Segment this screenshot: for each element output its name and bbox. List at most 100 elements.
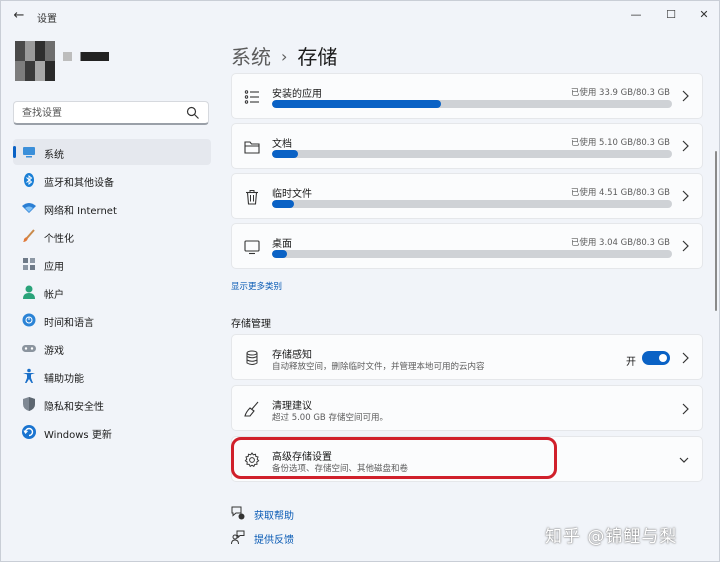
toggle-state-label: 开	[626, 357, 636, 368]
storage-item-title: 安装的应用	[272, 89, 322, 100]
minimize-button[interactable]: —	[621, 5, 651, 25]
chevron-down-icon	[679, 457, 689, 463]
storage-item-title: 文档	[272, 139, 292, 150]
accessibility-icon	[23, 368, 35, 383]
usage-bar	[272, 250, 672, 258]
sidebar-item-windows-update[interactable]: Windows 更新	[13, 419, 211, 445]
list-icon	[244, 90, 259, 104]
sidebar-item-accounts[interactable]: 帐户	[13, 279, 211, 305]
chevron-right-icon	[682, 90, 689, 102]
get-help-label: 获取帮助	[254, 511, 294, 522]
sidebar-item-accessibility[interactable]: 辅助功能	[13, 363, 211, 389]
storage-item-title: 桌面	[272, 239, 292, 250]
update-icon	[22, 425, 36, 439]
sidebar-item-time-language[interactable]: 时间和语言	[13, 307, 211, 333]
section-title-storage-management: 存储管理	[231, 319, 271, 330]
sidebar-item-label: 应用	[44, 262, 64, 273]
sidebar-item-label: 系统	[44, 150, 64, 161]
cleanup-recommendations-card[interactable]: 清理建议 超过 5.00 GB 存储空间可用。	[231, 385, 703, 431]
usage-bar-fill	[272, 250, 288, 258]
search-input[interactable]	[22, 105, 182, 121]
sidebar-item-label: 游戏	[44, 346, 64, 357]
breadcrumb-parent[interactable]: 系统	[231, 45, 271, 69]
sidebar-item-label: 蓝牙和其他设备	[44, 178, 114, 189]
window-title: 设置	[37, 14, 57, 25]
storage-card-temp-files[interactable]: 临时文件 已使用 4.51 GB/80.3 GB	[231, 173, 703, 219]
back-button[interactable]: ←	[9, 7, 29, 25]
shield-icon	[23, 397, 35, 411]
cleanup-title: 清理建议	[272, 401, 312, 412]
storage-sense-card[interactable]: 存储感知 自动释放空间，删除临时文件，并管理本地可用的云内容 开	[231, 334, 703, 380]
scrollbar[interactable]	[715, 151, 717, 311]
chevron-right-icon	[682, 190, 689, 202]
usage-bar	[272, 200, 672, 208]
sidebar-item-privacy[interactable]: 隐私和安全性	[13, 391, 211, 417]
bluetooth-icon	[24, 173, 34, 187]
maximize-button[interactable]: ☐	[656, 5, 686, 25]
sidebar-item-label: 时间和语言	[44, 318, 94, 329]
profile-name-redacted	[63, 52, 109, 61]
usage-bar	[272, 150, 672, 158]
sidebar-nav: 系统 蓝牙和其他设备 网络和 Internet 个性化 应用 帐户 时间和语言 …	[13, 139, 211, 447]
storage-card-documents[interactable]: 文档 已使用 5.10 GB/80.3 GB	[231, 123, 703, 169]
sidebar-item-system[interactable]: 系统	[13, 139, 211, 165]
sidebar-item-label: 帐户	[44, 290, 64, 301]
sidebar-item-bluetooth[interactable]: 蓝牙和其他设备	[13, 167, 211, 193]
broom-icon	[244, 401, 259, 417]
search-icon[interactable]	[186, 106, 200, 120]
storage-card-desktop[interactable]: 桌面 已使用 3.04 GB/80.3 GB	[231, 223, 703, 269]
show-more-categories-link[interactable]: 显示更多类别	[231, 280, 282, 292]
usage-bar	[272, 100, 672, 108]
folder-icon	[244, 141, 260, 154]
storage-card-apps[interactable]: 安装的应用 已使用 33.9 GB/80.3 GB	[231, 73, 703, 119]
apps-icon	[23, 258, 35, 270]
storage-sense-subtitle: 自动释放空间，删除临时文件，并管理本地可用的云内容	[272, 362, 485, 372]
storage-item-usage: 已使用 33.9 GB/80.3 GB	[570, 88, 670, 98]
cleanup-subtitle: 超过 5.00 GB 存储空间可用。	[272, 413, 388, 423]
chevron-right-icon	[682, 240, 689, 252]
storage-sense-toggle[interactable]	[642, 351, 670, 365]
chevron-right-icon	[682, 403, 689, 415]
storage-item-usage: 已使用 4.51 GB/80.3 GB	[570, 188, 670, 198]
title-bar: ← 设置 — ☐ ✕	[1, 1, 719, 31]
advanced-storage-title: 高级存储设置	[272, 452, 332, 463]
wifi-icon	[22, 203, 36, 213]
storage-item-usage: 已使用 3.04 GB/80.3 GB	[570, 238, 670, 248]
usage-bar-fill	[272, 200, 295, 208]
storage-item-usage: 已使用 5.10 GB/80.3 GB	[570, 138, 670, 148]
breadcrumb-separator: ›	[281, 47, 288, 66]
sidebar-item-personalization[interactable]: 个性化	[13, 223, 211, 249]
storage-item-title: 临时文件	[272, 189, 312, 200]
sidebar-item-label: 隐私和安全性	[44, 402, 104, 413]
storage-sense-title: 存储感知	[272, 350, 312, 361]
sidebar-item-gaming[interactable]: 游戏	[13, 335, 211, 361]
close-button[interactable]: ✕	[689, 5, 719, 25]
sidebar-item-apps[interactable]: 应用	[13, 251, 211, 277]
help-chat-icon	[231, 506, 245, 520]
breadcrumb: 系统 › 存储	[231, 41, 337, 70]
usage-bar-fill	[272, 150, 298, 158]
trash-icon	[246, 190, 258, 205]
gear-icon	[244, 452, 260, 468]
sidebar-item-label: 辅助功能	[44, 374, 84, 385]
watermark: 知乎 @锦鲤与梨	[545, 527, 678, 547]
chevron-right-icon	[682, 140, 689, 152]
sidebar-item-network[interactable]: 网络和 Internet	[13, 195, 211, 221]
account-icon	[23, 285, 35, 299]
sidebar-item-label: 网络和 Internet	[44, 206, 117, 217]
settings-window: ← 设置 — ☐ ✕ 系统 蓝牙和其他设备	[0, 0, 720, 562]
give-feedback-label: 提供反馈	[254, 535, 294, 546]
monitor-icon	[244, 240, 260, 255]
search-box[interactable]	[13, 101, 209, 125]
usage-bar-fill	[272, 100, 441, 108]
brush-icon	[23, 229, 35, 242]
chevron-right-icon	[682, 352, 689, 364]
advanced-storage-settings-card[interactable]: 高级存储设置 备份选项、存储空间、其他磁盘和卷	[231, 436, 703, 482]
avatar[interactable]	[15, 41, 55, 81]
sidebar-item-label: 个性化	[44, 234, 74, 245]
gamepad-icon	[22, 345, 36, 352]
feedback-person-icon	[231, 530, 245, 544]
sidebar-item-label: Windows 更新	[44, 430, 112, 441]
database-icon	[246, 350, 258, 365]
page-title: 存储	[297, 45, 338, 69]
